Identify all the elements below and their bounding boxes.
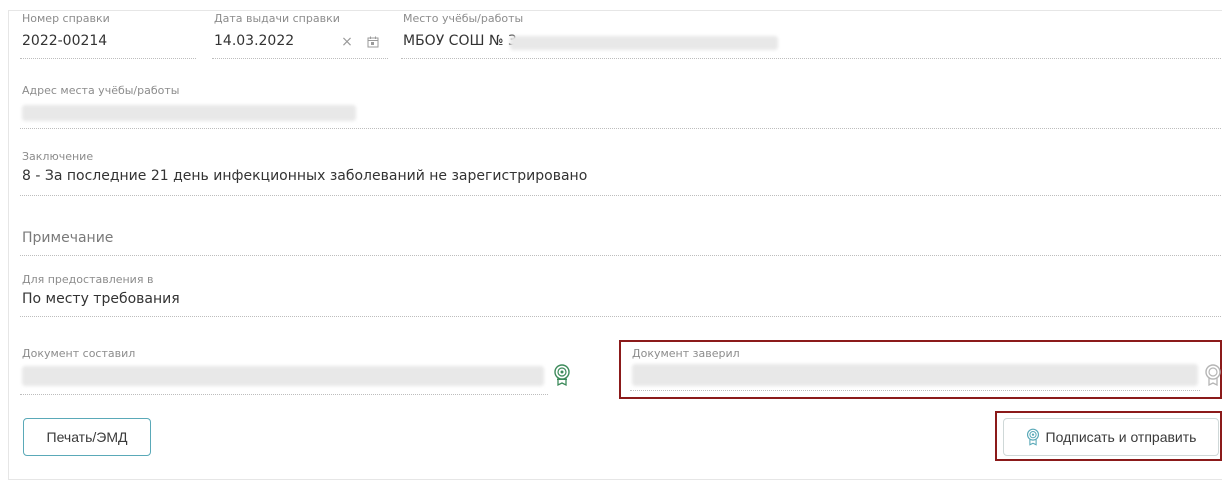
issue-date-underline	[212, 58, 388, 59]
issue-date-label: Дата выдачи справки	[214, 12, 340, 25]
place-redacted	[510, 36, 778, 50]
composed-by-label: Документ составил	[22, 347, 136, 360]
address-label: Адрес места учёбы/работы	[22, 84, 180, 97]
place-underline	[401, 58, 1221, 59]
address-redacted[interactable]	[22, 105, 356, 121]
certificate-number-label: Номер справки	[22, 12, 110, 25]
certificate-form	[8, 10, 1222, 480]
place-label: Место учёбы/работы	[403, 12, 524, 25]
certified-by-underline	[630, 390, 1200, 391]
certificate-icon	[1026, 427, 1040, 447]
provision-value[interactable]: По месту требования	[22, 291, 180, 307]
print-emd-button[interactable]: Печать/ЭМД	[23, 418, 151, 456]
sign-and-send-button[interactable]: Подписать и отправить	[1003, 418, 1219, 456]
place-value[interactable]: МБОУ СОШ № 3	[403, 33, 517, 49]
provision-label: Для предоставления в	[22, 273, 154, 286]
certified-by-label: Документ заверил	[632, 347, 740, 360]
note-underline	[20, 255, 1221, 256]
note-input[interactable]: Примечание	[22, 230, 113, 246]
certificate-number-value[interactable]: 2022-00214	[22, 33, 107, 49]
provision-underline	[20, 316, 1221, 317]
certificate-number-underline	[20, 58, 196, 59]
address-underline	[20, 128, 1221, 129]
certified-by-redacted[interactable]	[632, 364, 1198, 386]
certificate-muted-icon	[1203, 362, 1222, 388]
conclusion-underline	[20, 195, 1221, 196]
sign-and-send-label: Подписать и отправить	[1045, 429, 1197, 445]
conclusion-label: Заключение	[22, 150, 94, 163]
composed-by-underline	[20, 394, 548, 395]
certificate-icon[interactable]	[551, 362, 573, 388]
composed-by-redacted[interactable]	[22, 366, 544, 386]
clear-icon[interactable]: ×	[340, 33, 354, 51]
calendar-icon[interactable]	[365, 33, 381, 51]
conclusion-value[interactable]: 8 - За последние 21 день инфекционных за…	[22, 168, 587, 184]
issue-date-value[interactable]: 14.03.2022	[214, 33, 294, 49]
